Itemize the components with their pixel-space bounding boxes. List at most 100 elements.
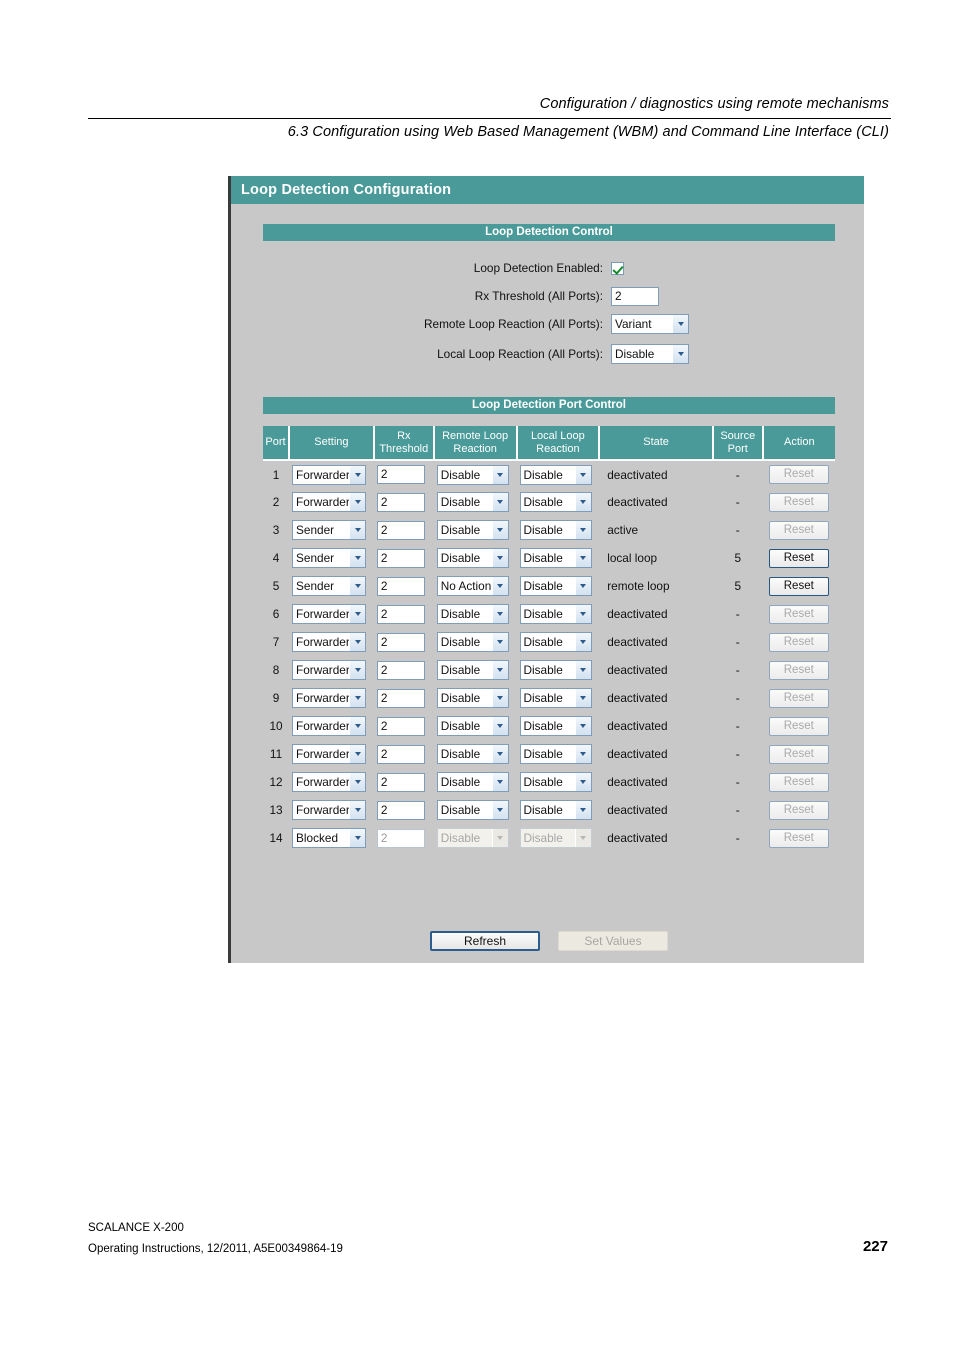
setting-select-port-13[interactable]: Forwarder xyxy=(292,800,367,820)
label-remote-loop-reaction: Remote Loop Reaction (All Ports): xyxy=(424,317,603,331)
cell-action: Reset xyxy=(763,824,835,852)
cell-source-port: - xyxy=(735,663,740,677)
rx-threshold-input-port-2[interactable]: 2 xyxy=(376,492,425,512)
rx-threshold-input-port-9[interactable]: 2 xyxy=(376,688,425,708)
cell-port: 14 xyxy=(269,831,283,845)
loop-detection-enabled-checkbox[interactable] xyxy=(611,261,624,275)
chevron-down-icon xyxy=(574,801,591,819)
reset-button-port-5[interactable]: Reset xyxy=(768,576,829,596)
document-header-section: 6.3 Configuration using Web Based Manage… xyxy=(287,124,889,140)
setting-select-port-12[interactable]: Forwarder xyxy=(292,772,367,792)
cell-local-loop-reaction: Disable xyxy=(517,544,600,572)
setting-select-port-8[interactable]: Forwarder xyxy=(292,660,367,680)
setting-select-port-14[interactable]: Blocked xyxy=(292,828,367,848)
cell-source-port: - xyxy=(735,747,740,761)
setting-select-port-3[interactable]: Sender xyxy=(292,520,367,540)
chevron-down-icon xyxy=(491,521,508,539)
remote-loop-reaction-select-port-12-value: Disable xyxy=(440,775,481,789)
rx-threshold-input-port-12[interactable]: 2 xyxy=(376,772,425,792)
rx-threshold-input-port-11[interactable]: 2 xyxy=(376,744,425,764)
cell-port: 2 xyxy=(272,495,280,509)
cell-port: 3 xyxy=(272,523,280,537)
cell-rx-threshold: 2 xyxy=(374,656,434,684)
rx-threshold-input-port-4[interactable]: 2 xyxy=(376,548,425,568)
local-loop-reaction-select-port-2[interactable]: Disable xyxy=(519,492,592,512)
form-row-remote-loop-reaction: Remote Loop Reaction (All Ports): Varian… xyxy=(263,310,835,338)
rx-threshold-input-port-8[interactable]: 2 xyxy=(376,660,425,680)
cell-source-port: 5 xyxy=(734,551,742,565)
local-loop-reaction-select-port-6[interactable]: Disable xyxy=(519,604,592,624)
remote-loop-reaction-all-ports-value: Variant xyxy=(615,317,652,331)
remote-loop-reaction-select-port-4[interactable]: Disable xyxy=(436,548,509,568)
setting-select-port-10-value: Forwarder xyxy=(296,719,350,733)
rx-threshold-input-port-3[interactable]: 2 xyxy=(376,520,425,540)
local-loop-reaction-all-ports-select[interactable]: Disable xyxy=(611,344,689,364)
remote-loop-reaction-select-port-12[interactable]: Disable xyxy=(436,772,509,792)
setting-select-port-6[interactable]: Forwarder xyxy=(292,604,367,624)
local-loop-reaction-select-port-11[interactable]: Disable xyxy=(519,744,592,764)
remote-loop-reaction-select-port-6[interactable]: Disable xyxy=(436,604,509,624)
local-loop-reaction-select-port-4[interactable]: Disable xyxy=(519,548,592,568)
setting-select-port-1[interactable]: Forwarder xyxy=(292,464,367,485)
rx-threshold-input-port-5[interactable]: 2 xyxy=(376,576,425,596)
rx-threshold-input-port-13[interactable]: 2 xyxy=(376,800,425,820)
setting-select-port-10[interactable]: Forwarder xyxy=(292,716,367,736)
cell-action: Reset xyxy=(763,684,835,712)
setting-select-port-4[interactable]: Sender xyxy=(292,548,367,568)
chevron-down-icon xyxy=(574,521,591,539)
remote-loop-reaction-select-port-3[interactable]: Disable xyxy=(436,520,509,540)
setting-select-port-11[interactable]: Forwarder xyxy=(292,744,367,764)
table-row: 1 Forwarder 2 Disable Disable deactivated - Res… xyxy=(263,460,835,488)
remote-loop-reaction-select-port-5[interactable]: No Action xyxy=(436,576,509,596)
setting-select-port-9-value: Forwarder xyxy=(296,691,350,705)
local-loop-reaction-select-port-3[interactable]: Disable xyxy=(519,520,592,540)
table-row: 2 Forwarder 2 Disable Disable deactivated - Res… xyxy=(263,488,835,516)
chevron-down-icon xyxy=(491,633,508,651)
refresh-button[interactable]: Refresh xyxy=(430,931,540,951)
footer-document-id: Operating Instructions, 12/2011, A5E0034… xyxy=(88,1243,343,1255)
cell-local-loop-reaction: Disable xyxy=(517,824,600,852)
local-loop-reaction-select-port-12[interactable]: Disable xyxy=(519,772,592,792)
rx-threshold-all-ports-input[interactable]: 2 xyxy=(611,286,659,306)
local-loop-reaction-select-port-9[interactable]: Disable xyxy=(519,688,592,708)
cell-state: deactivated xyxy=(607,831,668,845)
reset-button-port-4[interactable]: Reset xyxy=(768,548,829,568)
setting-select-port-5[interactable]: Sender xyxy=(292,576,367,596)
remote-loop-reaction-all-ports-select[interactable]: Variant xyxy=(611,314,689,334)
page-title: Loop Detection Configuration xyxy=(231,176,864,204)
cell-source-port: - xyxy=(735,607,740,621)
cell-source-port: 5 xyxy=(734,579,742,593)
table-row: 8 Forwarder 2 Disable Disable deactivated - Res… xyxy=(263,656,835,684)
local-loop-reaction-select-port-13[interactable]: Disable xyxy=(519,800,592,820)
set-values-button[interactable]: Set Values xyxy=(558,931,668,951)
cell-rx-threshold: 2 xyxy=(374,460,434,488)
remote-loop-reaction-select-port-1[interactable]: Disable xyxy=(436,464,509,485)
remote-loop-reaction-select-port-7[interactable]: Disable xyxy=(436,632,509,652)
remote-loop-reaction-select-port-8[interactable]: Disable xyxy=(436,660,509,680)
local-loop-reaction-select-port-1[interactable]: Disable xyxy=(519,464,592,485)
cell-port: 10 xyxy=(269,719,283,733)
remote-loop-reaction-select-port-13[interactable]: Disable xyxy=(436,800,509,820)
table-row: 14 Blocked 2 Disable Disable deactivated - Rese… xyxy=(263,824,835,852)
local-loop-reaction-select-port-7[interactable]: Disable xyxy=(519,632,592,652)
rx-threshold-input-port-1[interactable]: 2 xyxy=(376,465,425,484)
setting-select-port-2[interactable]: Forwarder xyxy=(292,492,367,512)
remote-loop-reaction-select-port-2[interactable]: Disable xyxy=(436,492,509,512)
rx-threshold-input-port-10[interactable]: 2 xyxy=(376,716,425,736)
cell-local-loop-reaction: Disable xyxy=(517,656,600,684)
setting-select-port-7[interactable]: Forwarder xyxy=(292,632,367,652)
remote-loop-reaction-select-port-10[interactable]: Disable xyxy=(436,716,509,736)
rx-threshold-input-port-7[interactable]: 2 xyxy=(376,632,425,652)
remote-loop-reaction-select-port-9[interactable]: Disable xyxy=(436,688,509,708)
local-loop-reaction-select-port-8[interactable]: Disable xyxy=(519,660,592,680)
local-loop-reaction-select-port-5[interactable]: Disable xyxy=(519,576,592,596)
setting-select-port-9[interactable]: Forwarder xyxy=(292,688,367,708)
rx-threshold-input-port-6[interactable]: 2 xyxy=(376,604,425,624)
chevron-down-icon xyxy=(349,717,366,735)
local-loop-reaction-select-port-10[interactable]: Disable xyxy=(519,716,592,736)
cell-remote-loop-reaction: Disable xyxy=(434,488,517,516)
cell-rx-threshold: 2 xyxy=(374,684,434,712)
chevron-down-icon xyxy=(491,745,508,763)
footer-product-name: SCALANCE X-200 xyxy=(88,1222,184,1234)
remote-loop-reaction-select-port-11[interactable]: Disable xyxy=(436,744,509,764)
